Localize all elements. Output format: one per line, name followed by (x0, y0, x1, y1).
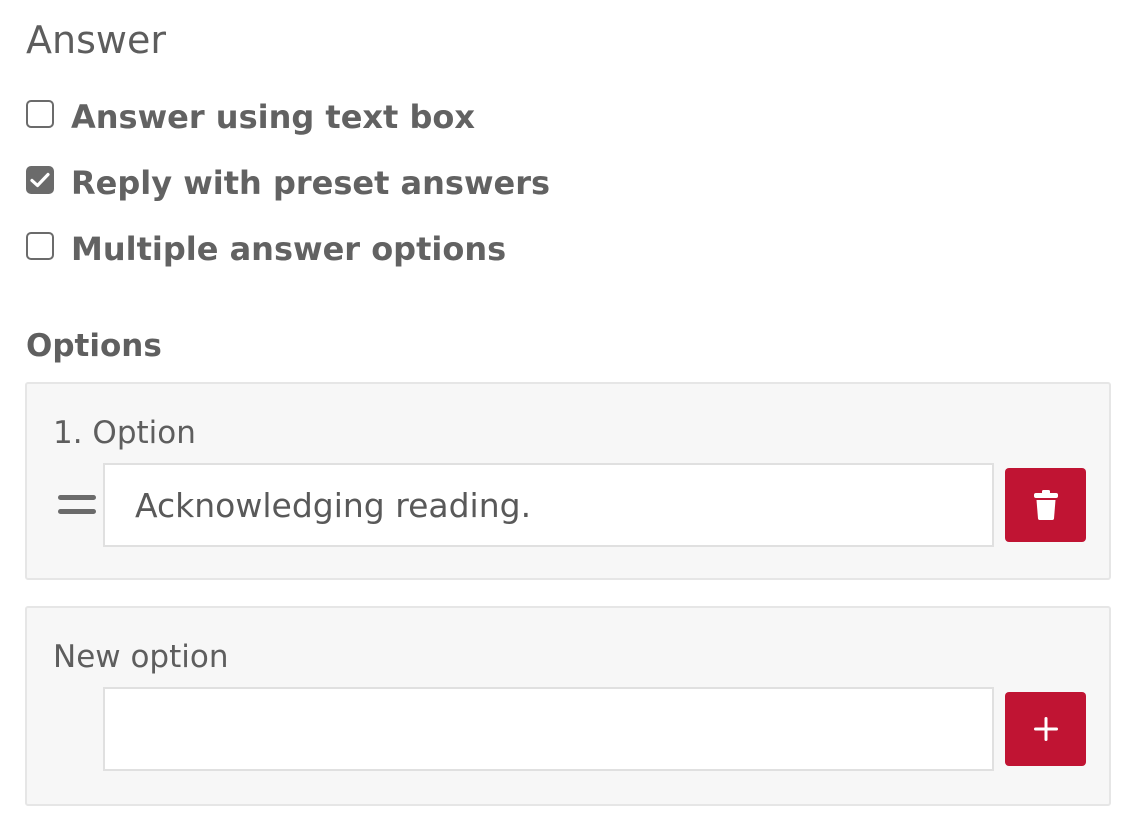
add-option-button[interactable] (1005, 692, 1086, 766)
new-option-panel: New option (25, 606, 1111, 806)
option-answer-text-box[interactable]: Answer using text box (26, 95, 475, 139)
checkbox-unchecked-icon[interactable] (26, 232, 54, 260)
delete-option-button[interactable] (1005, 468, 1086, 542)
trash-icon (1033, 490, 1058, 520)
option-item-panel: 1. Option (25, 382, 1111, 580)
answer-settings-form: Answer Answer using text box Reply with … (0, 0, 1145, 830)
option-number-label: 1. Option (53, 415, 196, 451)
answer-title: Answer (26, 18, 166, 62)
checkbox-checked-icon[interactable] (26, 166, 54, 194)
new-option-label: New option (53, 639, 229, 675)
drag-handle-icon[interactable] (58, 495, 96, 515)
new-option-input[interactable] (103, 687, 994, 771)
option-reply-preset-answers[interactable]: Reply with preset answers (26, 161, 550, 205)
checkbox-label: Multiple answer options (71, 230, 507, 268)
option-text-input[interactable] (103, 463, 994, 547)
checkbox-label: Answer using text box (71, 98, 476, 136)
plus-icon (1033, 717, 1058, 741)
checkbox-label: Reply with preset answers (71, 164, 551, 202)
option-multiple-answer-options[interactable]: Multiple answer options (26, 227, 506, 271)
options-heading: Options (26, 328, 162, 364)
checkbox-unchecked-icon[interactable] (26, 100, 54, 128)
